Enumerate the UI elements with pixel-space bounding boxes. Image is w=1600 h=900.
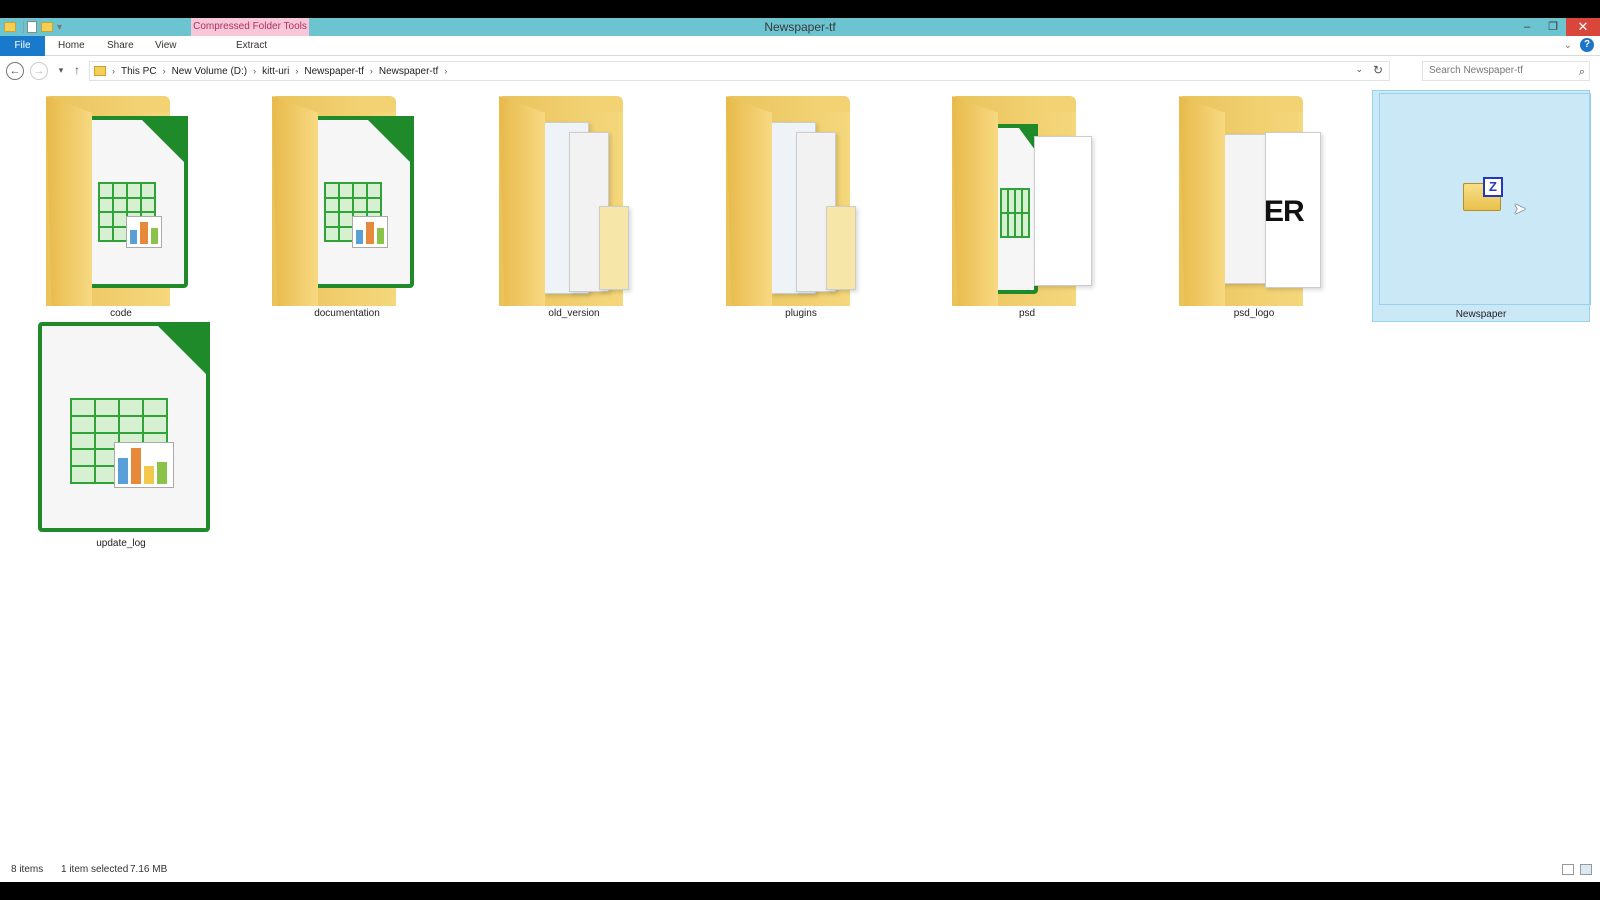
chevron-right-icon[interactable]: › (370, 66, 373, 76)
address-row: ← → ▾ ↑ › This PC › New Volume (D:) › ki… (0, 58, 1600, 84)
breadcrumb-kitt-uri[interactable]: kitt-uri (262, 66, 289, 77)
chevron-right-icon[interactable]: › (112, 66, 115, 76)
help-icon[interactable]: ? (1580, 38, 1594, 52)
tab-extract[interactable]: Extract (236, 36, 267, 56)
folder-icon: ER (1179, 96, 1329, 306)
tab-file[interactable]: File (0, 36, 45, 56)
chevron-right-icon[interactable]: › (444, 66, 447, 76)
zip-folder-icon: Z (1463, 177, 1503, 211)
item-label: code (110, 308, 132, 319)
close-button[interactable]: ✕ (1566, 18, 1600, 36)
separator (23, 21, 24, 33)
forward-button[interactable]: → (30, 62, 48, 80)
folder-icon (499, 96, 649, 306)
address-bar[interactable]: › This PC › New Volume (D:) › kitt-uri ›… (89, 61, 1390, 81)
back-button[interactable]: ← (6, 62, 24, 80)
spreadsheet-file-icon (38, 322, 210, 532)
item-label: psd_logo (1233, 308, 1275, 319)
ribbon-right: ⌄ ? (1564, 38, 1594, 52)
title-bar: ▾ Compressed Folder Tools Newspaper-tf –… (0, 18, 1600, 36)
search-placeholder: Search Newspaper-tf (1429, 65, 1523, 76)
status-size: 7.16 MB (130, 864, 168, 875)
quick-access-toolbar: ▾ (4, 20, 62, 34)
chevron-right-icon[interactable]: › (163, 66, 166, 76)
folder-icon (46, 96, 196, 306)
minimize-button[interactable]: – (1514, 18, 1540, 36)
logo-text: ER (1264, 195, 1305, 228)
status-bar: 8 items 1 item selected 7.16 MB (0, 858, 1600, 882)
address-dropdown-icon[interactable]: ⌄ (1355, 64, 1363, 75)
item-label: old_version (548, 308, 600, 319)
breadcrumb-new-volume[interactable]: New Volume (D:) (172, 66, 248, 77)
breadcrumb-newspaper-tf[interactable]: Newspaper-tf (304, 66, 363, 77)
breadcrumb-this-pc[interactable]: This PC (121, 66, 157, 77)
item-label: documentation (314, 308, 380, 319)
status-selection: 1 item selected (61, 864, 129, 875)
search-input[interactable]: Search Newspaper-tf ⌕ (1422, 61, 1590, 81)
file-list: code documentation old_version plugins p… (0, 88, 1600, 858)
zip-badge: Z (1483, 177, 1503, 197)
status-item-count: 8 items (11, 864, 44, 875)
refresh-icon[interactable]: ↻ (1373, 63, 1383, 77)
large-icons-view-icon[interactable] (1580, 864, 1592, 875)
folder-icon (272, 96, 422, 306)
chevron-right-icon[interactable]: › (295, 66, 298, 76)
item-documentation[interactable]: documentation (238, 90, 456, 322)
folder-icon (952, 96, 1102, 306)
up-button[interactable]: ↑ (68, 62, 86, 80)
item-label: update_log (96, 538, 146, 549)
folder-icon (726, 96, 876, 306)
folder-icon (94, 66, 106, 76)
expand-ribbon-icon[interactable]: ⌄ (1564, 40, 1572, 51)
ribbon-tabs: File Home Share View Extract ⌄ ? (0, 36, 1600, 56)
maximize-button[interactable]: ❐ (1540, 18, 1566, 36)
mouse-cursor-icon: ➤ (1513, 201, 1527, 218)
item-psd-logo[interactable]: ER psd_logo (1145, 90, 1363, 322)
customize-qat-icon[interactable]: ▾ (57, 22, 62, 33)
item-update-log[interactable]: update_log (12, 320, 230, 552)
new-folder-icon[interactable] (41, 22, 53, 32)
screen: ▾ Compressed Folder Tools Newspaper-tf –… (0, 0, 1600, 900)
item-label: plugins (785, 308, 817, 319)
details-view-icon[interactable] (1562, 864, 1574, 875)
search-icon[interactable]: ⌕ (1579, 63, 1585, 81)
item-label: Newspaper (1455, 309, 1507, 320)
chevron-right-icon[interactable]: › (253, 66, 256, 76)
context-tab-header: Compressed Folder Tools (191, 18, 309, 36)
item-code[interactable]: code (12, 90, 230, 322)
tab-home[interactable]: Home (58, 36, 85, 56)
item-label: psd (1018, 308, 1036, 319)
breadcrumb-newspaper-tf-current[interactable]: Newspaper-tf (379, 66, 438, 77)
folder-icon (4, 22, 16, 32)
item-newspaper[interactable]: Z ➤ Newspaper (1372, 90, 1591, 322)
item-plugins[interactable]: plugins (692, 90, 910, 322)
tab-share[interactable]: Share (107, 36, 134, 56)
explorer-window: ▾ Compressed Folder Tools Newspaper-tf –… (0, 18, 1600, 882)
item-old-version[interactable]: old_version (465, 90, 683, 322)
item-psd[interactable]: psd (918, 90, 1136, 322)
tab-view[interactable]: View (155, 36, 177, 56)
properties-icon[interactable] (27, 21, 37, 33)
